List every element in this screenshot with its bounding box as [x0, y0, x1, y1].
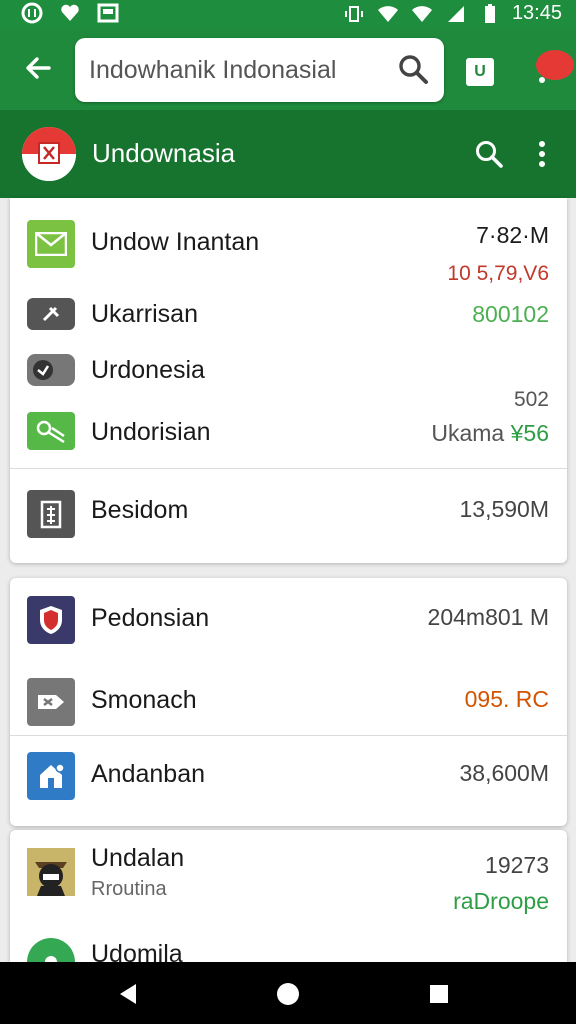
heart-icon	[58, 2, 82, 24]
back-nav-icon[interactable]	[114, 979, 144, 1009]
tools-icon	[27, 298, 75, 330]
list-item[interactable]: Undalan Rroutina 19273 raDroope	[10, 844, 567, 920]
list-item[interactable]: 502 Undorisian Ukama ¥56	[10, 386, 567, 464]
home-nav-icon[interactable]	[273, 979, 303, 1009]
list-item-label: Andanban	[91, 760, 206, 788]
flag-logo-icon	[22, 127, 76, 181]
list-item-label: Undorisian	[91, 418, 211, 446]
vibrate-icon	[342, 3, 366, 25]
back-arrow-icon[interactable]	[18, 48, 58, 88]
list-item[interactable]: Undow Inantan 7·82·M 10 5,79,V6	[10, 216, 567, 296]
list-item-value: raDroope	[453, 888, 549, 914]
list-item[interactable]: Ukarrisan 800102	[10, 296, 567, 334]
list-item-value: 13,590M	[459, 496, 549, 522]
list-item[interactable]: Pedonsian 204m801 M	[10, 592, 567, 652]
wifi-icon	[376, 3, 400, 25]
list-item-label: Undow Inantan	[91, 228, 260, 256]
list-item-label: Smonach	[91, 686, 197, 714]
divider	[10, 468, 567, 469]
list-item-value-top: 19273	[485, 852, 549, 878]
list-item-value: 800102	[472, 301, 549, 327]
search-toolbar: U	[0, 28, 576, 110]
app-more-options-icon[interactable]	[528, 134, 556, 174]
list-card-2: Pedonsian 204m801 M Smonach 095. RC Anda…	[10, 578, 567, 826]
mail-icon	[27, 220, 75, 268]
list-item-label: Ukarrisan	[91, 300, 198, 328]
divider	[10, 735, 567, 736]
search-box[interactable]	[75, 38, 444, 102]
list-card-3: Undalan Rroutina 19273 raDroope Udomila	[10, 830, 567, 970]
list-item-value: 7·82·M	[476, 222, 549, 248]
list-item-label: Undalan	[91, 844, 185, 872]
search-icon[interactable]	[396, 52, 430, 86]
toggle-icon	[27, 354, 75, 386]
list-item-subtitle: Rroutina	[91, 878, 167, 900]
signal-2-icon	[444, 3, 468, 25]
avatar-icon	[27, 848, 75, 896]
list-item-value: 095. RC	[464, 686, 549, 712]
list-item-label: Urdonesia	[91, 356, 205, 384]
list-card-1: Undow Inantan 7·82·M 10 5,79,V6 Ukarrisa…	[10, 198, 567, 563]
search-input[interactable]	[89, 50, 389, 90]
list-item-value: 204m801 M	[427, 604, 549, 630]
app-bar: Undownasia	[0, 110, 576, 198]
list-item-value-secondary: 10 5,79,V6	[447, 262, 549, 285]
app-title: Undownasia	[92, 138, 236, 168]
ticket-icon	[27, 678, 75, 726]
list-item[interactable]: Besidom 13,590M	[10, 486, 567, 546]
list-item-label: Besidom	[91, 496, 189, 524]
list-item-value: Ukama ¥56	[431, 420, 549, 446]
battery-icon	[478, 3, 502, 25]
status-bar: 13:45	[0, 0, 576, 28]
messenger-icon	[20, 2, 44, 24]
list-item-value-top: 502	[513, 388, 549, 411]
list-item[interactable]: Smonach 095. RC	[10, 674, 567, 734]
cast-icon	[27, 412, 75, 450]
list-item[interactable]: Andanban 38,600M	[10, 748, 567, 808]
list-item-label: Pedonsian	[91, 604, 210, 632]
navigation-bar	[0, 962, 576, 1024]
home-icon	[27, 752, 75, 800]
u-badge-button[interactable]: U	[466, 58, 494, 86]
status-time: 13:45	[511, 2, 562, 24]
signal-icon	[410, 3, 434, 25]
notification-dot	[536, 50, 574, 80]
building-icon	[27, 490, 75, 538]
gallery-icon	[96, 2, 120, 24]
list-item-value: 38,600M	[459, 760, 549, 786]
app-search-icon[interactable]	[472, 137, 506, 171]
recents-nav-icon[interactable]	[424, 979, 454, 1009]
shield-icon	[27, 596, 75, 644]
